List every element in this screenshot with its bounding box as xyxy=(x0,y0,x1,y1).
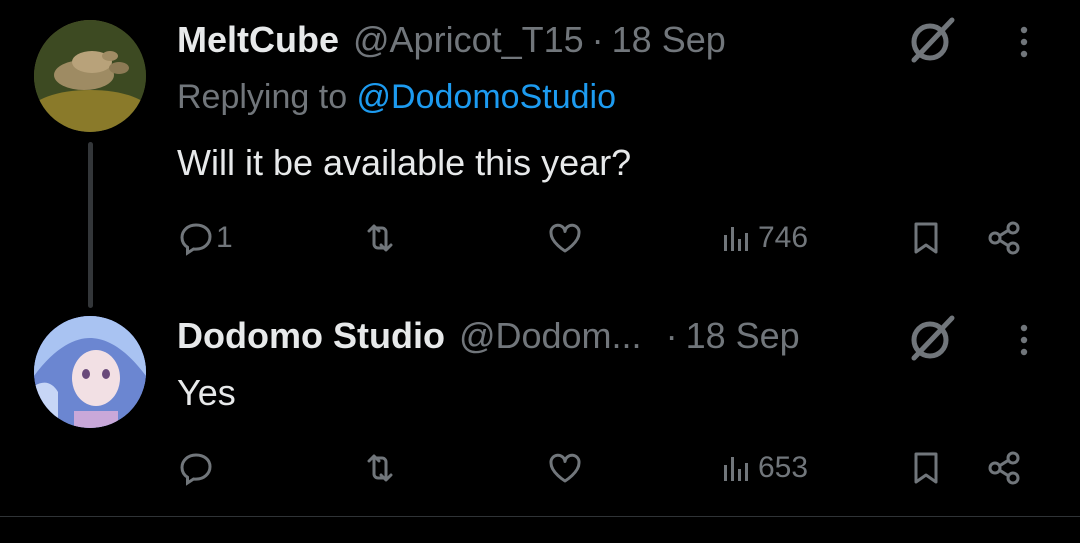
reply-button[interactable] xyxy=(176,444,216,492)
tweet-text: Will it be available this year? xyxy=(177,142,632,183)
more-icon[interactable] xyxy=(1010,318,1038,362)
action-bar: 653 xyxy=(0,444,1080,492)
mention-link[interactable]: @DodomoStudio xyxy=(357,78,616,116)
bookmark-button[interactable] xyxy=(906,214,946,262)
share-icon xyxy=(988,451,1020,485)
author-name[interactable]: MeltCube xyxy=(177,19,339,61)
avatar[interactable] xyxy=(34,316,146,428)
tweet-date[interactable]: 18 Sep xyxy=(612,19,726,61)
action-bar: 1 746 xyxy=(0,214,1080,262)
tweet-text: Yes xyxy=(177,372,236,413)
views-count: 746 xyxy=(758,221,809,254)
divider xyxy=(0,516,1080,517)
like-icon xyxy=(549,223,581,253)
avatar[interactable] xyxy=(34,20,146,132)
like-icon xyxy=(549,453,581,483)
author-handle[interactable]: @Apricot_T15 xyxy=(353,19,584,61)
turtle-avatar-icon xyxy=(34,20,146,132)
share-icon xyxy=(988,221,1020,255)
tweet-dodomo-studio[interactable]: Dodomo Studio @Dodom... · 18 Sep Yes 653 xyxy=(0,300,1080,515)
bookmark-icon xyxy=(914,452,938,484)
reply-count: 1 xyxy=(216,221,233,254)
tweet-header: MeltCube @Apricot_T15 · 18 Sep xyxy=(177,18,726,62)
reply-button[interactable]: 1 xyxy=(176,214,233,262)
grok-icon[interactable] xyxy=(904,12,960,68)
views-icon xyxy=(724,457,748,481)
share-button[interactable] xyxy=(984,444,1024,492)
author-handle[interactable]: @Dodom... xyxy=(459,315,642,357)
views-button[interactable]: 653 xyxy=(720,444,808,492)
retweet-button[interactable] xyxy=(360,214,400,262)
separator: · xyxy=(591,19,604,60)
tweet-header: Dodomo Studio @Dodom... · 18 Sep xyxy=(177,314,800,358)
like-button[interactable] xyxy=(545,444,585,492)
bookmark-button[interactable] xyxy=(906,444,946,492)
like-button[interactable] xyxy=(545,214,585,262)
views-icon xyxy=(724,227,748,251)
retweet-button[interactable] xyxy=(360,444,400,492)
separator: · xyxy=(665,315,678,356)
tweet-date[interactable]: 18 Sep xyxy=(686,315,800,357)
reply-icon xyxy=(180,223,212,256)
tweet-meltcube[interactable]: MeltCube @Apricot_T15 · 18 Sep Replying … xyxy=(0,0,1080,308)
anime-character-avatar-icon xyxy=(34,316,146,428)
replying-to: Replying to @DodomoStudio xyxy=(177,78,616,117)
views-button[interactable]: 746 xyxy=(720,214,808,262)
replying-prefix: Replying to xyxy=(177,78,357,116)
more-icon[interactable] xyxy=(1010,20,1038,64)
share-button[interactable] xyxy=(984,214,1024,262)
retweet-icon xyxy=(367,454,393,482)
grok-icon[interactable] xyxy=(904,310,960,366)
author-name[interactable]: Dodomo Studio xyxy=(177,315,445,357)
retweet-icon xyxy=(367,224,393,252)
reply-icon xyxy=(180,453,212,486)
views-count: 653 xyxy=(758,451,809,484)
bookmark-icon xyxy=(914,222,938,254)
